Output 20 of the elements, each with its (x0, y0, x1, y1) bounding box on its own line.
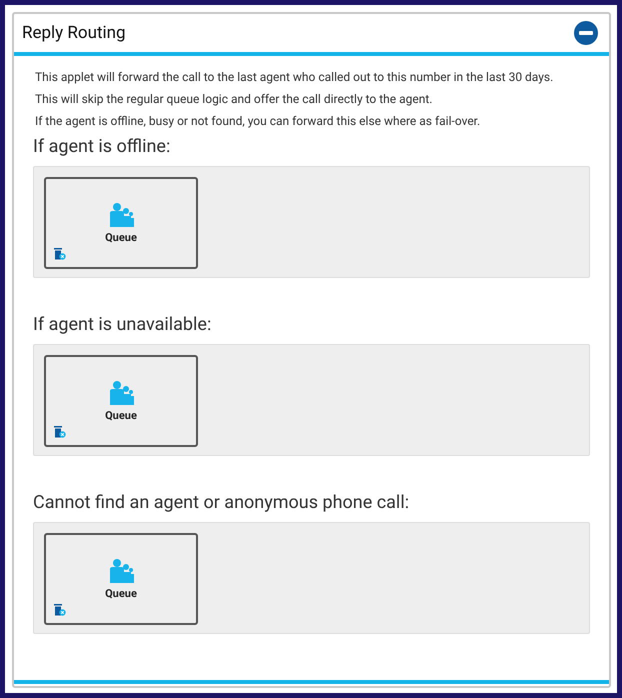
panel-title: Reply Routing (22, 23, 126, 43)
card-label: Queue (105, 230, 137, 244)
section-heading: If agent is unavailable: (33, 314, 212, 335)
queue-card[interactable]: Queue (44, 533, 198, 625)
delete-icon[interactable] (53, 603, 66, 616)
description-text: This will skip the regular queue logic and offer the call directly to the agent. (35, 92, 434, 106)
card-label: Queue (105, 408, 137, 422)
people-icon (108, 558, 134, 582)
people-icon (108, 380, 134, 404)
delete-icon[interactable] (53, 247, 66, 260)
section-heading: Cannot find an agent or anonymous phone call: (33, 492, 410, 513)
queue-card[interactable]: Queue (44, 177, 198, 269)
delete-icon[interactable] (53, 425, 66, 438)
people-icon (108, 202, 134, 226)
description-text: This applet will forward the call to the last agent who called out to this number in the last 30 days. (35, 70, 554, 84)
queue-card[interactable]: Queue (44, 355, 198, 447)
collapse-button[interactable] (573, 20, 599, 46)
card-label: Queue (105, 586, 137, 600)
section-heading: If agent is offline: (33, 136, 172, 157)
description-text: If the agent is offline, busy or not found, you can forward this else where as fail-over. (35, 114, 482, 128)
